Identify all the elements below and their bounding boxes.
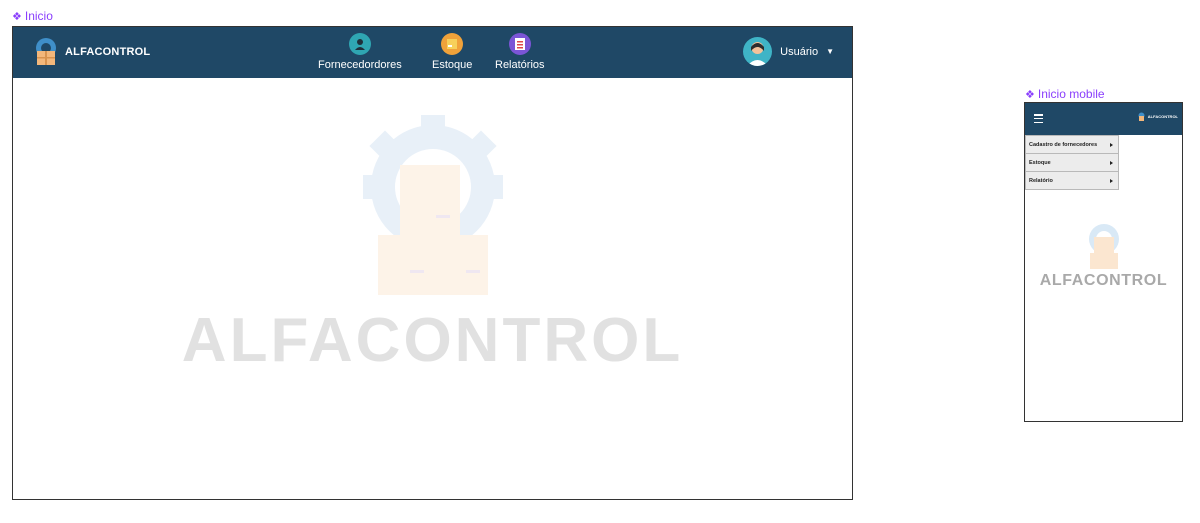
desktop-frame-title: Inicio [24, 9, 53, 23]
component-diamond-icon: ❖ [12, 10, 22, 23]
user-avatar-icon [743, 37, 773, 66]
nav-relatorios[interactable]: Relatórios [495, 33, 545, 71]
menu-item-estoque[interactable]: Estoque [1025, 154, 1119, 172]
alfacontrol-logo-icon [1138, 112, 1145, 121]
brand[interactable]: ALFACONTROL [31, 37, 150, 67]
watermark-logo-icon [13, 115, 852, 305]
mobile-frame-title: Inicio mobile [1037, 87, 1105, 101]
nav-estoque-label: Estoque [432, 59, 473, 71]
hamburger-menu-icon[interactable] [1034, 114, 1043, 123]
mobile-watermark-text: ALFACONTROL [1039, 272, 1168, 289]
mobile-brand[interactable]: ALFACONTROL [1137, 112, 1178, 121]
menu-item-cadastro-fornecedores[interactable]: Cadastro de fornecedores [1025, 135, 1119, 154]
component-diamond-icon: ❖ [1025, 88, 1035, 101]
brand-name: ALFACONTROL [65, 46, 151, 58]
chevron-down-icon: ▼ [826, 47, 834, 56]
menu-item-label: Relatório [1029, 177, 1053, 184]
mobile-frame: ALFACONTROL Cadastro de fornecedores Est… [1024, 102, 1183, 422]
caret-right-icon [1110, 160, 1113, 165]
box-icon [441, 33, 464, 55]
alfacontrol-logo-icon [31, 37, 61, 67]
mobile-frame-label: ❖ Inicio mobile [1025, 87, 1105, 101]
clipboard-report-icon [508, 33, 531, 55]
mobile-watermark-logo-icon [1025, 221, 1182, 276]
menu-item-label: Cadastro de fornecedores [1029, 141, 1098, 148]
menu-item-label: Estoque [1029, 159, 1051, 166]
nav-relatorios-label: Relatórios [495, 59, 545, 71]
caret-right-icon [1110, 178, 1113, 183]
user-name: Usuário [780, 45, 819, 58]
mobile-navbar: ALFACONTROL [1025, 103, 1182, 135]
desktop-frame: ALFACONTROL Fornecedordores Estoque Rela… [12, 26, 853, 500]
nav-fornecedores-label: Fornecedordores [318, 59, 402, 71]
supplier-person-icon [348, 33, 371, 55]
watermark-text: ALFACONTROL [181, 306, 684, 375]
top-navbar: ALFACONTROL Fornecedordores Estoque Rela… [13, 27, 852, 78]
nav-fornecedores[interactable]: Fornecedordores [318, 33, 402, 71]
mobile-dropdown-menu: Cadastro de fornecedores Estoque Relatór… [1025, 135, 1119, 190]
caret-right-icon [1110, 142, 1113, 147]
menu-item-relatorio[interactable]: Relatório [1025, 172, 1119, 190]
mobile-brand-name: ALFACONTROL [1147, 114, 1178, 119]
user-menu[interactable]: Usuário ▼ [743, 37, 834, 66]
nav-estoque[interactable]: Estoque [432, 33, 472, 71]
desktop-frame-label: ❖ Inicio [12, 9, 53, 23]
watermark-text-wrap: ALFACONTROL [13, 305, 852, 376]
